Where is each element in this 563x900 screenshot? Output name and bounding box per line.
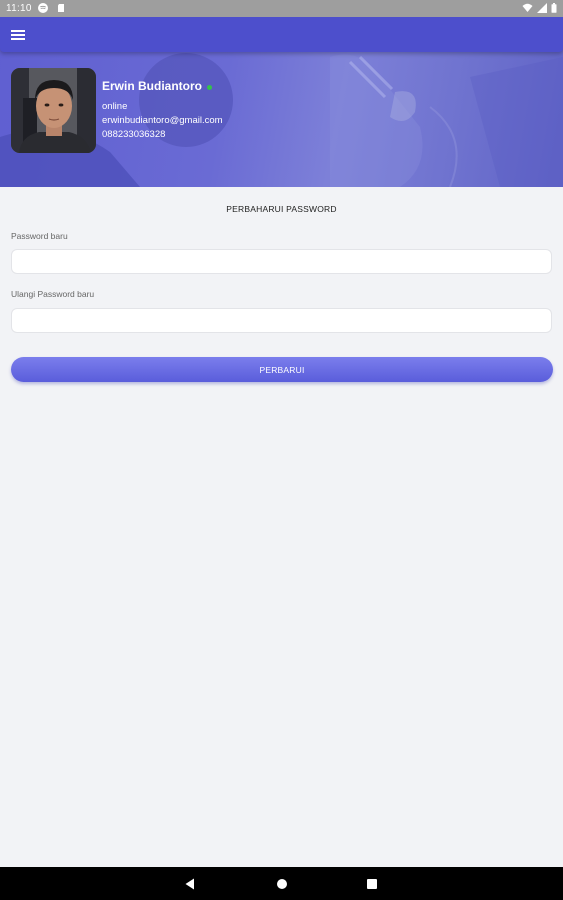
repeat-password-field[interactable] bbox=[11, 308, 552, 333]
navigation-bar bbox=[0, 867, 563, 900]
sd-card-icon bbox=[58, 4, 64, 12]
new-password-label: Password baru bbox=[11, 231, 68, 241]
repeat-password-label: Ulangi Password baru bbox=[11, 289, 95, 299]
toolbar bbox=[0, 17, 563, 52]
page-title: PERBAHARUI PASSWORD bbox=[226, 204, 337, 214]
status-bar: 11:10 bbox=[0, 0, 563, 17]
spotify-icon bbox=[38, 3, 48, 13]
profile-status: online bbox=[102, 101, 128, 112]
new-password-field[interactable] bbox=[11, 249, 552, 274]
back-icon[interactable] bbox=[183, 877, 197, 891]
wifi-icon bbox=[522, 3, 533, 12]
signal-icon bbox=[537, 3, 547, 13]
online-status-dot bbox=[207, 84, 212, 90]
status-icons bbox=[522, 3, 557, 13]
recents-icon[interactable] bbox=[365, 877, 379, 891]
profile-email: erwinbudiantoro@gmail.com bbox=[102, 115, 223, 126]
hamburger-menu-icon[interactable] bbox=[9, 26, 27, 44]
battery-icon bbox=[551, 3, 557, 13]
profile-header: Erwin Budiantoro online erwinbudiantoro@… bbox=[0, 17, 563, 187]
avatar bbox=[11, 68, 96, 153]
profile-phone: 088233036328 bbox=[102, 129, 166, 140]
home-icon[interactable] bbox=[275, 877, 289, 891]
update-password-button[interactable]: PERBARUI bbox=[11, 357, 553, 382]
profile-name-row: Erwin Budiantoro bbox=[102, 79, 212, 93]
profile-name: Erwin Budiantoro bbox=[102, 79, 202, 93]
status-time: 11:10 bbox=[6, 3, 32, 14]
